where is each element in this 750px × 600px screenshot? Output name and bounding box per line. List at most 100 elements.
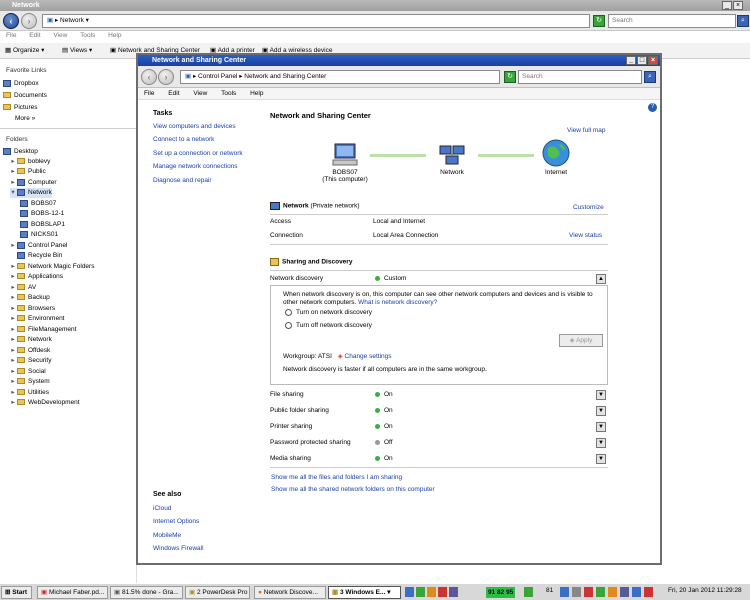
radio-button[interactable] bbox=[285, 309, 292, 316]
customize-link[interactable]: Customize bbox=[573, 204, 604, 211]
taskbar-item-network-discovery[interactable]: ● Network Discove... bbox=[254, 586, 326, 599]
expand-button[interactable]: ▼ bbox=[596, 454, 606, 464]
tree-item[interactable]: BOBS-12-1 bbox=[20, 209, 64, 219]
taskbar-item-pdf[interactable]: ▣ Michael Faber.pd... bbox=[37, 586, 108, 599]
nsc-minimize-button[interactable]: _ bbox=[626, 56, 636, 65]
tree-item[interactable]: ▸ Public bbox=[10, 167, 45, 177]
more-link[interactable]: More » bbox=[15, 114, 35, 124]
tree-item[interactable]: ▸ AV bbox=[10, 283, 36, 293]
tray-icon[interactable] bbox=[405, 587, 414, 597]
tree-item[interactable]: ▸ Backup bbox=[10, 293, 49, 303]
show-shared-files-link[interactable]: Show me all the files and folders I am s… bbox=[271, 474, 402, 481]
show-shared-folders-link[interactable]: Show me all the shared network folders o… bbox=[271, 486, 435, 493]
expand-button[interactable]: ▼ bbox=[596, 406, 606, 416]
tray-icon[interactable] bbox=[644, 587, 653, 597]
password-sharing-row[interactable]: Password protected sharing Off ▼ bbox=[270, 437, 608, 449]
tray-icon[interactable] bbox=[449, 587, 458, 597]
tree-item[interactable]: Desktop bbox=[3, 147, 38, 157]
back-icon[interactable]: ‹ bbox=[3, 13, 19, 29]
tray-icon[interactable] bbox=[524, 587, 533, 597]
search-icon[interactable]: ⌕ bbox=[737, 15, 749, 27]
taskbar-item-windows-explorer[interactable]: ▣ 3 Windows E... ▾ bbox=[328, 586, 401, 599]
tree-item[interactable]: ▸ Computer bbox=[10, 178, 57, 188]
tree-item[interactable]: ▸ Control Panel bbox=[10, 241, 67, 251]
tree-item[interactable]: ▸ Network Magic Folders bbox=[10, 262, 94, 272]
globe-icon[interactable] bbox=[542, 139, 570, 167]
minimize-button[interactable]: _ bbox=[722, 1, 732, 10]
tray-icon[interactable] bbox=[560, 587, 569, 597]
network-discovery-row[interactable]: Network discovery Custom ▲ bbox=[270, 273, 608, 285]
nsc-breadcrumb[interactable]: ▣ ▸ Control Panel ▸ Network and Sharing … bbox=[180, 70, 500, 84]
tree-item[interactable]: ▸ Offdesk bbox=[10, 346, 50, 356]
see-also-windows-firewall[interactable]: Windows Firewall bbox=[153, 545, 204, 552]
tray-icon[interactable] bbox=[572, 587, 581, 597]
task-setup-connection[interactable]: Set up a connection or network bbox=[153, 150, 243, 157]
task-connect-network[interactable]: Connect to a network bbox=[153, 136, 214, 143]
cpu-meter[interactable]: 91 82 95 bbox=[486, 587, 516, 598]
tree-item[interactable]: ▸ Browsers bbox=[10, 304, 55, 314]
views-button[interactable]: ▤ Views ▾ bbox=[62, 46, 92, 54]
nsc-menu-file[interactable]: File bbox=[144, 90, 154, 97]
refresh-icon[interactable]: ↻ bbox=[593, 15, 605, 27]
tree-item[interactable]: ▸ Applications bbox=[10, 272, 63, 282]
tree-item[interactable]: Recycle Bin bbox=[10, 251, 62, 261]
expand-button[interactable]: ▼ bbox=[596, 390, 606, 400]
tree-item[interactable]: BOBSLAP1 bbox=[20, 220, 65, 230]
tree-item[interactable]: ▸ FileManagement bbox=[10, 325, 76, 335]
start-button[interactable]: ⊞ Start bbox=[1, 586, 32, 599]
tray-icon[interactable] bbox=[584, 587, 593, 597]
radio-turn-off[interactable]: Turn off network discovery bbox=[285, 322, 372, 329]
nsc-close-button[interactable]: × bbox=[648, 56, 658, 65]
tray-counter[interactable]: 81 bbox=[546, 587, 553, 594]
menu-tools[interactable]: Tools bbox=[80, 32, 95, 39]
see-also-icloud[interactable]: iCloud bbox=[153, 505, 171, 512]
tree-item[interactable]: BOBS07 bbox=[20, 199, 56, 209]
see-also-internet-options[interactable]: Internet Options bbox=[153, 518, 199, 525]
tray-icon[interactable] bbox=[596, 587, 605, 597]
radio-button[interactable] bbox=[285, 322, 292, 329]
tree-item[interactable]: ▸ Social bbox=[10, 367, 45, 377]
favorite-pictures[interactable]: Pictures bbox=[3, 103, 37, 113]
tray-icon[interactable] bbox=[632, 587, 641, 597]
see-also-mobileme[interactable]: MobileMe bbox=[153, 532, 181, 539]
change-settings-link[interactable]: Change settings bbox=[345, 353, 392, 360]
tray-icon[interactable] bbox=[438, 587, 447, 597]
close-button[interactable]: × bbox=[733, 1, 743, 10]
view-full-map-link[interactable]: View full map bbox=[567, 127, 606, 134]
taskbar-item-progress[interactable]: ▣ 81.5% done - Gra... bbox=[110, 586, 183, 599]
nsc-search-icon[interactable]: ⌕ bbox=[644, 71, 656, 83]
nsc-forward-icon[interactable]: › bbox=[158, 69, 174, 85]
tray-icon[interactable] bbox=[427, 587, 436, 597]
taskbar-item-powerdesk[interactable]: ▣ 2 PowerDesk Pro ▾ bbox=[185, 586, 250, 599]
tree-item[interactable]: ▸ WebDevelopment bbox=[10, 398, 79, 408]
tray-icon[interactable] bbox=[608, 587, 617, 597]
task-diagnose-repair[interactable]: Diagnose and repair bbox=[153, 177, 212, 184]
clock[interactable]: Fri, 20 Jan 2012 11:29:28 bbox=[668, 587, 742, 594]
favorite-documents[interactable]: Documents bbox=[3, 91, 47, 101]
public-folder-sharing-row[interactable]: Public folder sharing On ▼ bbox=[270, 405, 608, 417]
expand-button[interactable]: ▼ bbox=[596, 438, 606, 448]
favorite-dropbox[interactable]: Dropbox bbox=[3, 79, 39, 89]
help-icon[interactable]: ? bbox=[648, 103, 657, 112]
tree-item[interactable]: ▸ boblevy bbox=[10, 157, 50, 167]
menu-view[interactable]: View bbox=[53, 32, 67, 39]
nsc-search-input[interactable]: Search bbox=[518, 70, 642, 84]
tree-item[interactable]: ▸ Network bbox=[10, 335, 51, 345]
menu-file[interactable]: File bbox=[6, 32, 16, 39]
collapse-button[interactable]: ▲ bbox=[596, 274, 606, 284]
what-is-discovery-link[interactable]: What is network discovery? bbox=[358, 299, 437, 306]
network-map-icon[interactable] bbox=[438, 143, 466, 167]
nsc-maximize-button[interactable]: □ bbox=[637, 56, 647, 65]
task-view-computers[interactable]: View computers and devices bbox=[153, 123, 236, 130]
nsc-menu-edit[interactable]: Edit bbox=[168, 90, 179, 97]
tree-item[interactable]: NICKS01 bbox=[20, 230, 58, 240]
forward-icon[interactable]: › bbox=[21, 13, 37, 29]
menu-help[interactable]: Help bbox=[108, 32, 121, 39]
nsc-menu-help[interactable]: Help bbox=[250, 90, 263, 97]
menu-edit[interactable]: Edit bbox=[29, 32, 40, 39]
bg-address-input[interactable]: ▣ ▸ Network ▾ bbox=[42, 14, 590, 28]
view-status-link[interactable]: View status bbox=[569, 230, 602, 242]
nsc-menu-tools[interactable]: Tools bbox=[221, 90, 236, 97]
task-manage-connections[interactable]: Manage network connections bbox=[153, 163, 238, 170]
nsc-back-icon[interactable]: ‹ bbox=[141, 69, 157, 85]
